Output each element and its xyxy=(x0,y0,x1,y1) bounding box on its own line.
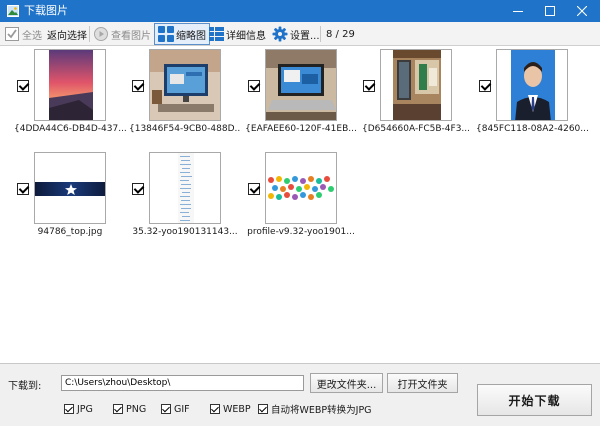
desk-monitor-photo xyxy=(150,50,220,120)
details-view-button[interactable]: 详细信息 xyxy=(209,23,266,45)
title-bar: 下载图片 xyxy=(0,0,600,22)
close-icon xyxy=(577,6,587,16)
thumbnail-checkbox[interactable] xyxy=(17,80,29,92)
format-png-label: PNG xyxy=(126,403,147,415)
format-png-checkbox[interactable] xyxy=(113,404,123,414)
view-image-button[interactable]: 查看图片 xyxy=(93,23,151,45)
thumbnail-caption: {845FC118-08A2-4260... xyxy=(476,124,588,134)
toolbar: 全选 返向选择 查看图片 缩略图 详细信息 设置... 8 / 29 xyxy=(0,22,600,46)
format-gif-checkbox[interactable] xyxy=(161,404,171,414)
format-webp-checkbox[interactable] xyxy=(210,404,220,414)
image-counter: 8 / 29 xyxy=(326,23,355,45)
convert-webp-checkbox[interactable] xyxy=(258,404,268,414)
star-banner-image xyxy=(35,182,105,196)
invert-selection-label: 返向选择 xyxy=(47,30,87,42)
window-title: 下载图片 xyxy=(24,4,68,17)
thumbnail-checkbox[interactable] xyxy=(248,183,260,195)
format-png-option[interactable]: PNG xyxy=(113,402,146,416)
thumbnail-checkbox[interactable] xyxy=(363,80,375,92)
thumbnail-panel: {4DDA44C6-DB4D-437... {13846F54-9CB0-488… xyxy=(0,47,600,363)
thumbnail-view-label: 缩略图 xyxy=(176,30,206,42)
sunset-photo xyxy=(49,50,93,120)
thumbnail-item[interactable]: {EAFAEE60-120F-41EB... xyxy=(245,47,357,142)
image-counter-text: 8 / 29 xyxy=(326,28,355,40)
gear-icon xyxy=(272,26,288,42)
download-to-label: 下载到: xyxy=(8,381,42,392)
thumbnail-item[interactable]: profile-v9.32-yoo1901... xyxy=(245,150,357,245)
thumbnail-image[interactable] xyxy=(380,49,452,121)
open-folder-button[interactable]: 打开文件夹 xyxy=(387,373,458,393)
invert-selection-button[interactable]: 返向选择 xyxy=(47,23,87,45)
thumbnail-image[interactable] xyxy=(149,152,221,224)
details-list-icon xyxy=(209,27,224,41)
thumbnail-grid-icon xyxy=(158,26,174,42)
thumbnail-image[interactable] xyxy=(34,49,106,121)
thumbnail-caption: {EAFAEE60-120F-41EB... xyxy=(245,124,357,134)
maximize-icon xyxy=(545,6,555,16)
thumbnail-caption: {4DDA44C6-DB4D-437... xyxy=(14,124,126,134)
download-path-input[interactable] xyxy=(61,375,304,391)
thumbnail-view-button[interactable]: 缩略图 xyxy=(154,23,210,45)
thumbnail-caption: 94786_top.jpg xyxy=(37,227,103,237)
select-all-label: 全选 xyxy=(22,30,42,42)
toolbar-divider xyxy=(320,26,321,42)
thumbnail-checkbox[interactable] xyxy=(248,80,260,92)
thumbnail-image[interactable] xyxy=(149,49,221,121)
app-icon xyxy=(7,5,19,17)
thumbnail-item[interactable]: {D654660A-FC5B-4F3... xyxy=(360,47,472,142)
thumbnail-item[interactable]: 94786_top.jpg xyxy=(14,150,126,245)
maximize-button[interactable] xyxy=(534,0,566,22)
thumbnail-item[interactable]: {13846F54-9CB0-488D... xyxy=(129,47,241,142)
thumbnail-checkbox[interactable] xyxy=(479,80,491,92)
details-view-label: 详细信息 xyxy=(226,30,266,42)
thumbnail-checkbox[interactable] xyxy=(132,80,144,92)
view-image-label: 查看图片 xyxy=(111,30,151,42)
select-all-button[interactable]: 全选 xyxy=(4,23,42,45)
download-options-panel: 下载到: 更改文件夹... 打开文件夹 开始下载 JPG PNG GIF WEB… xyxy=(0,363,600,426)
format-webp-option[interactable]: WEBP xyxy=(210,402,251,416)
thumbnail-item[interactable]: 35.32-yoo190131143... xyxy=(129,150,241,245)
settings-label: 设置... xyxy=(290,30,320,42)
thumbnail-caption: 35.32-yoo190131143... xyxy=(132,227,238,237)
checkbox-icon xyxy=(5,27,19,41)
minimize-button[interactable] xyxy=(502,0,534,22)
thumbnail-caption: profile-v9.32-yoo1901... xyxy=(247,227,355,237)
settings-button[interactable]: 设置... xyxy=(272,23,320,45)
minimize-icon xyxy=(513,11,523,12)
start-download-button[interactable]: 开始下载 xyxy=(477,384,592,416)
thumbnail-image[interactable] xyxy=(265,152,337,224)
format-gif-label: GIF xyxy=(174,403,190,415)
thumbnail-checkbox[interactable] xyxy=(132,183,144,195)
thumbnail-caption: {13846F54-9CB0-488D... xyxy=(129,124,241,134)
thumbnail-item[interactable]: {845FC118-08A2-4260... xyxy=(476,47,588,142)
view-image-icon xyxy=(94,27,108,41)
thumbnail-caption: {D654660A-FC5B-4F3... xyxy=(361,124,471,134)
format-gif-option[interactable]: GIF xyxy=(161,402,190,416)
close-button[interactable] xyxy=(566,0,598,22)
long-document-image xyxy=(178,153,194,223)
thumbnail-checkbox[interactable] xyxy=(17,183,29,195)
thumbnail-item[interactable]: {4DDA44C6-DB4D-437... xyxy=(14,47,126,142)
convert-webp-option[interactable]: 自动将WEBP转换为JPG xyxy=(258,402,372,416)
laptop-photo xyxy=(266,50,336,120)
thumbnail-image[interactable] xyxy=(34,152,106,224)
format-webp-label: WEBP xyxy=(223,403,251,415)
office-interior-photo xyxy=(393,50,441,120)
toolbar-divider xyxy=(89,26,90,42)
thumbnail-image[interactable] xyxy=(496,49,568,121)
thumbnail-image[interactable] xyxy=(265,49,337,121)
format-jpg-label: JPG xyxy=(77,403,93,415)
portrait-photo xyxy=(511,50,555,120)
format-jpg-option[interactable]: JPG xyxy=(64,402,93,416)
format-jpg-checkbox[interactable] xyxy=(64,404,74,414)
convert-webp-label: 自动将WEBP转换为JPG xyxy=(271,405,372,416)
change-folder-button[interactable]: 更改文件夹... xyxy=(310,373,383,393)
icon-collage-image xyxy=(266,175,336,201)
